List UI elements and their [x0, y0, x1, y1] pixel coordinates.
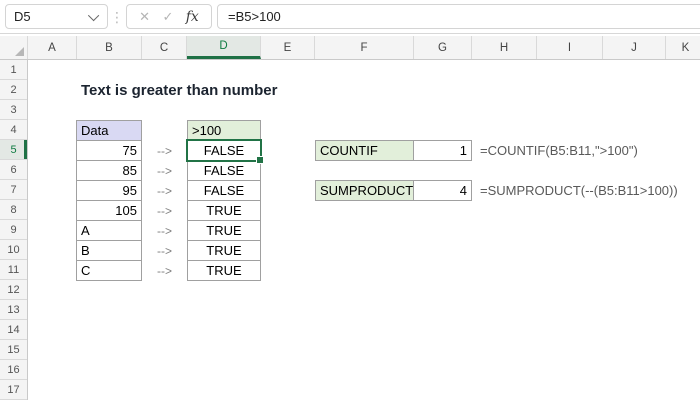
- row-header-11[interactable]: 11: [0, 260, 27, 280]
- column-header-g[interactable]: G: [414, 36, 472, 59]
- cell-C7-arrow[interactable]: -->: [142, 180, 187, 201]
- name-box-value: D5: [14, 9, 31, 24]
- cell-C6-arrow[interactable]: -->: [142, 160, 187, 181]
- cell-B10[interactable]: B: [76, 240, 142, 261]
- cell-F7-sumproduct-label[interactable]: SUMPRODUCT: [315, 180, 414, 201]
- cell-D8[interactable]: TRUE: [187, 200, 261, 221]
- column-header-f[interactable]: F: [315, 36, 414, 59]
- row-header-16[interactable]: 16: [0, 360, 27, 380]
- column-header-c[interactable]: C: [142, 36, 187, 59]
- column-header-d[interactable]: D: [187, 36, 261, 59]
- cell-D6[interactable]: FALSE: [187, 160, 261, 181]
- row-header-1[interactable]: 1: [0, 60, 27, 80]
- row-header-14[interactable]: 14: [0, 320, 27, 340]
- cell-B11[interactable]: C: [76, 260, 142, 281]
- row-header-3[interactable]: 3: [0, 100, 27, 120]
- cell-H7-sumproduct-formula[interactable]: =SUMPRODUCT(--(B5:B11>100)): [476, 180, 696, 201]
- cell-D10[interactable]: TRUE: [187, 240, 261, 261]
- cell-B8[interactable]: 105: [76, 200, 142, 221]
- row-header-15[interactable]: 15: [0, 340, 27, 360]
- cell-B5[interactable]: 75: [76, 140, 142, 161]
- row-header-2[interactable]: 2: [0, 80, 27, 100]
- cell-H5-countif-formula[interactable]: =COUNTIF(B5:B11,">100"): [476, 140, 696, 161]
- row-header-6[interactable]: 6: [0, 160, 27, 180]
- cell-D9[interactable]: TRUE: [187, 220, 261, 241]
- column-header-k[interactable]: K: [666, 36, 700, 59]
- row-header-17[interactable]: 17: [0, 380, 27, 400]
- cell-D5-selected[interactable]: FALSE: [187, 140, 261, 161]
- separator-dots-icon: ⋮: [111, 5, 123, 29]
- column-header-i[interactable]: I: [537, 36, 603, 59]
- worksheet-title[interactable]: Text is greater than number: [77, 80, 337, 101]
- cell-B6[interactable]: 85: [76, 160, 142, 181]
- enter-icon[interactable]: ✓: [162, 10, 173, 23]
- formula-text: =B5>100: [228, 9, 281, 24]
- cell-F5-countif-label[interactable]: COUNTIF: [315, 140, 414, 161]
- cancel-icon[interactable]: ✕: [139, 10, 150, 23]
- cell-D11[interactable]: TRUE: [187, 260, 261, 281]
- cell-C8-arrow[interactable]: -->: [142, 200, 187, 221]
- row-header-12[interactable]: 12: [0, 280, 27, 300]
- column-header-a[interactable]: A: [28, 36, 77, 59]
- formula-input[interactable]: =B5>100: [217, 4, 700, 29]
- row-header-4[interactable]: 4: [0, 120, 27, 140]
- formula-bar: D5 ⋮ ✕ ✓ fx =B5>100: [0, 0, 700, 34]
- chevron-down-icon[interactable]: [88, 9, 99, 20]
- cell-B9[interactable]: A: [76, 220, 142, 241]
- excel-window: D5 ⋮ ✕ ✓ fx =B5>100 A B C D E F G H I J …: [0, 0, 700, 400]
- cell-C11-arrow[interactable]: -->: [142, 260, 187, 281]
- insert-function-icon[interactable]: fx: [186, 9, 199, 25]
- row-header-13[interactable]: 13: [0, 300, 27, 320]
- name-box[interactable]: D5: [5, 4, 108, 29]
- cell-B4-data-header[interactable]: Data: [76, 120, 142, 141]
- cell-C5-arrow[interactable]: -->: [142, 140, 187, 161]
- row-header-7[interactable]: 7: [0, 180, 27, 200]
- row-header-9[interactable]: 9: [0, 220, 27, 240]
- row-header-10[interactable]: 10: [0, 240, 27, 260]
- cell-B7[interactable]: 95: [76, 180, 142, 201]
- column-header-e[interactable]: E: [261, 36, 315, 59]
- cell-C10-arrow[interactable]: -->: [142, 240, 187, 261]
- column-header-b[interactable]: B: [77, 36, 142, 59]
- cell-D7[interactable]: FALSE: [187, 180, 261, 201]
- cell-D4-result-header[interactable]: >100: [187, 120, 261, 141]
- row-header-5[interactable]: 5: [0, 140, 27, 160]
- formula-buttons: ✕ ✓ fx: [126, 4, 212, 29]
- cell-C9-arrow[interactable]: -->: [142, 220, 187, 241]
- row-headers: 1 2 3 4 5 6 7 8 9 10 11 12 13 14 15 16 1…: [0, 60, 28, 400]
- column-header-h[interactable]: H: [472, 36, 537, 59]
- column-header-j[interactable]: J: [603, 36, 666, 59]
- select-all-corner[interactable]: [0, 36, 28, 59]
- cell-G7-sumproduct-value[interactable]: 4: [413, 180, 472, 201]
- column-headers: A B C D E F G H I J K: [0, 36, 700, 60]
- cell-G5-countif-value[interactable]: 1: [413, 140, 472, 161]
- row-header-8[interactable]: 8: [0, 200, 27, 220]
